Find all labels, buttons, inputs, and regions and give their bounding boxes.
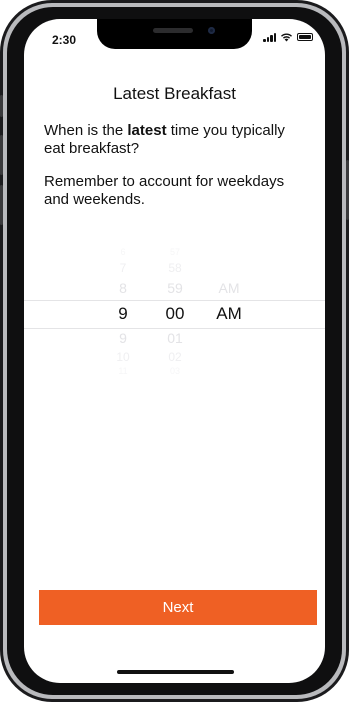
next-button[interactable]: Next [39, 590, 317, 625]
minute-option[interactable]: 03 [145, 366, 205, 376]
period-option[interactable]: AM [199, 280, 259, 296]
reminder-text: Remember to account for weekdays and wee… [44, 173, 285, 208]
notch [97, 19, 252, 49]
question-text: When is the latest time you typically ea… [44, 122, 306, 158]
minute-option[interactable]: 02 [145, 350, 205, 364]
hour-option[interactable]: 11 [93, 366, 153, 376]
cellular-signal-icon [263, 32, 276, 42]
hour-option[interactable]: 9 [93, 330, 153, 346]
hour-option[interactable]: 6 [93, 247, 153, 257]
page-title: Latest Breakfast [113, 84, 236, 103]
battery-icon [297, 33, 313, 41]
volume-up-button [0, 135, 3, 175]
time-picker[interactable]: 6 7 8 9 9 10 11 57 58 59 00 01 02 03 AM … [24, 241, 325, 391]
front-camera [208, 27, 215, 34]
mute-switch [0, 95, 3, 117]
question-emphasis: latest [127, 122, 167, 139]
hour-option[interactable]: 8 [93, 280, 153, 296]
hour-option-selected[interactable]: 9 [93, 304, 153, 324]
period-option-selected[interactable]: AM [199, 304, 259, 324]
status-time: 2:30 [52, 33, 77, 47]
wifi-icon [281, 33, 292, 42]
minute-option[interactable]: 01 [145, 330, 205, 346]
screen: 2:30 Latest Breakfast When is the latest… [24, 19, 325, 683]
hour-option[interactable]: 7 [93, 261, 153, 275]
question-prefix: When is the [44, 122, 128, 139]
home-indicator[interactable] [117, 670, 234, 674]
minute-option[interactable]: 57 [145, 247, 205, 257]
volume-down-button [0, 185, 3, 225]
hour-option[interactable]: 10 [93, 350, 153, 364]
status-icons [263, 32, 313, 42]
phone-frame: 2:30 Latest Breakfast When is the latest… [0, 0, 349, 702]
minute-option[interactable]: 59 [145, 280, 205, 296]
speaker-grille [153, 28, 193, 33]
minute-option[interactable]: 58 [145, 261, 205, 275]
minute-option-selected[interactable]: 00 [145, 304, 205, 324]
